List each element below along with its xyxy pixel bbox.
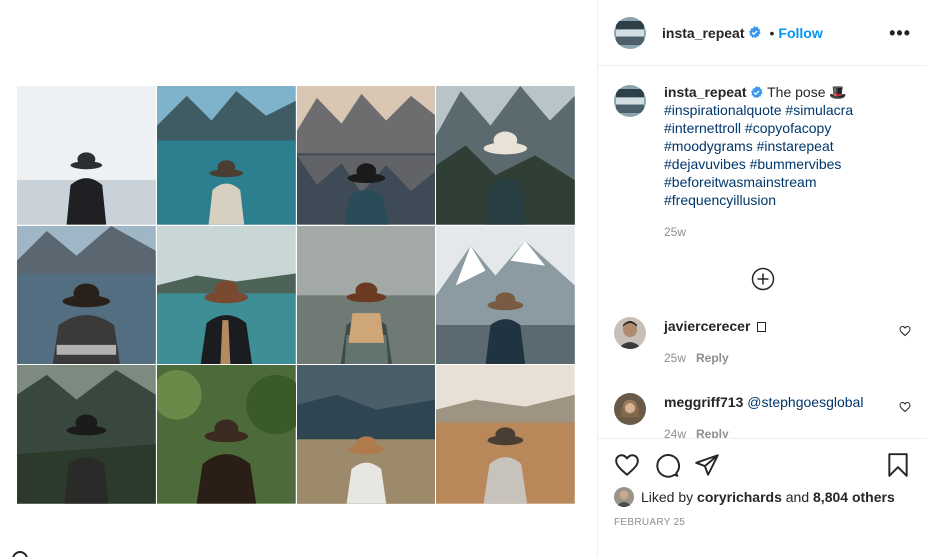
author-avatar[interactable] (614, 16, 646, 49)
comment-time: 25w (664, 351, 687, 365)
comment-meta: 25w Reply (664, 349, 766, 367)
likes-and: and (785, 489, 810, 505)
collage-photo-9 (17, 365, 156, 504)
comment-body: javiercerecer 25w Reply (664, 317, 767, 367)
likes-prefix: Liked by (641, 489, 694, 505)
load-more-comments[interactable] (614, 267, 911, 291)
caption-text: The pose 🎩 (767, 84, 847, 100)
heart-icon[interactable] (614, 452, 640, 478)
caption-username[interactable]: insta_repeat (664, 84, 746, 100)
author-username[interactable]: insta_repeat (662, 25, 744, 41)
collage-photo-6 (156, 225, 296, 365)
caption-avatar[interactable] (614, 85, 646, 117)
separator-dot: • (769, 24, 775, 41)
comment-username[interactable]: javiercerecer (664, 318, 750, 334)
caption-hashtags[interactable]: #internettroll #copyofacopy (664, 119, 894, 137)
bookmark-icon[interactable] (885, 452, 911, 478)
caption-meta: 25w (664, 223, 894, 241)
commenter-avatar[interactable] (614, 317, 646, 349)
instagram-post-page: insta_repeat • Follow ••• insta_repeat T… (0, 0, 927, 557)
verified-icon (751, 86, 764, 99)
verified-icon (749, 26, 762, 39)
caption-hashtags[interactable]: #moodygrams #instarepeat (664, 137, 894, 155)
caption-hashtags[interactable]: #inspirationalquote #simulacra (664, 101, 894, 119)
heart-icon[interactable] (899, 401, 911, 413)
action-icons-row (614, 451, 911, 479)
post-side-panel: insta_repeat • Follow ••• insta_repeat T… (597, 0, 927, 557)
collage-photo-5 (17, 225, 156, 365)
caption: insta_repeat The pose 🎩 #inspirationalqu… (614, 83, 911, 241)
collage-photo-12 (436, 365, 575, 504)
post-date[interactable]: FEBRUARY 25 (614, 517, 911, 528)
likes-summary: Liked by coryrichards and 8,804 others (614, 487, 911, 507)
liker-avatar[interactable] (614, 487, 634, 507)
collage-photo-4 (436, 86, 575, 225)
follow-button[interactable]: Follow (778, 25, 822, 41)
commenter-avatar[interactable] (614, 393, 646, 425)
collage-photo-8 (436, 225, 575, 365)
comment-item: meggriff713 @stephgoesglobal 24w Reply (614, 393, 911, 438)
liker-username[interactable]: coryrichards (697, 489, 782, 505)
likes-count[interactable]: 8,804 others (813, 489, 895, 505)
comment-icon[interactable] (654, 452, 680, 478)
comment-meta: 24w Reply (664, 425, 863, 438)
reply-button[interactable]: Reply (696, 351, 729, 365)
comment-time: 24w (664, 427, 687, 438)
collage-photo-1 (17, 86, 156, 225)
emoji-glyph (757, 322, 767, 332)
caption-hashtags[interactable]: #dejavuvibes #bummervibes (664, 155, 894, 173)
caption-time: 25w (664, 225, 687, 239)
more-icon[interactable]: ••• (889, 24, 911, 42)
reply-button[interactable]: Reply (696, 427, 729, 438)
post-media-area (0, 0, 597, 557)
post-header: insta_repeat • Follow ••• (598, 0, 927, 66)
comment-mention[interactable]: @stephgoesglobal (747, 394, 863, 410)
caption-hashtags[interactable]: #frequencyillusion (664, 191, 894, 209)
comment-item: javiercerecer 25w Reply (614, 317, 911, 367)
caption-body: insta_repeat The pose 🎩 #inspirationalqu… (664, 83, 894, 241)
collage-photo-11 (296, 365, 436, 504)
post-actions: Liked by coryrichards and 8,804 others F… (598, 438, 927, 528)
heart-icon[interactable] (899, 325, 911, 337)
caption-hashtags[interactable]: #beforeitwasmainstream (664, 173, 894, 191)
collage-photo-10 (156, 365, 296, 504)
share-icon[interactable] (694, 452, 720, 478)
comments-section[interactable]: insta_repeat The pose 🎩 #inspirationalqu… (598, 67, 927, 438)
collage-photo-7 (296, 225, 436, 365)
collage-photo-2 (156, 86, 296, 225)
add-circle-icon[interactable] (751, 267, 775, 291)
comment-body: meggriff713 @stephgoesglobal 24w Reply (664, 393, 863, 438)
comment-username[interactable]: meggriff713 (664, 394, 743, 410)
collage-photo-3 (296, 86, 436, 225)
post-image-collage[interactable] (17, 86, 575, 504)
carousel-indicator (12, 551, 28, 557)
